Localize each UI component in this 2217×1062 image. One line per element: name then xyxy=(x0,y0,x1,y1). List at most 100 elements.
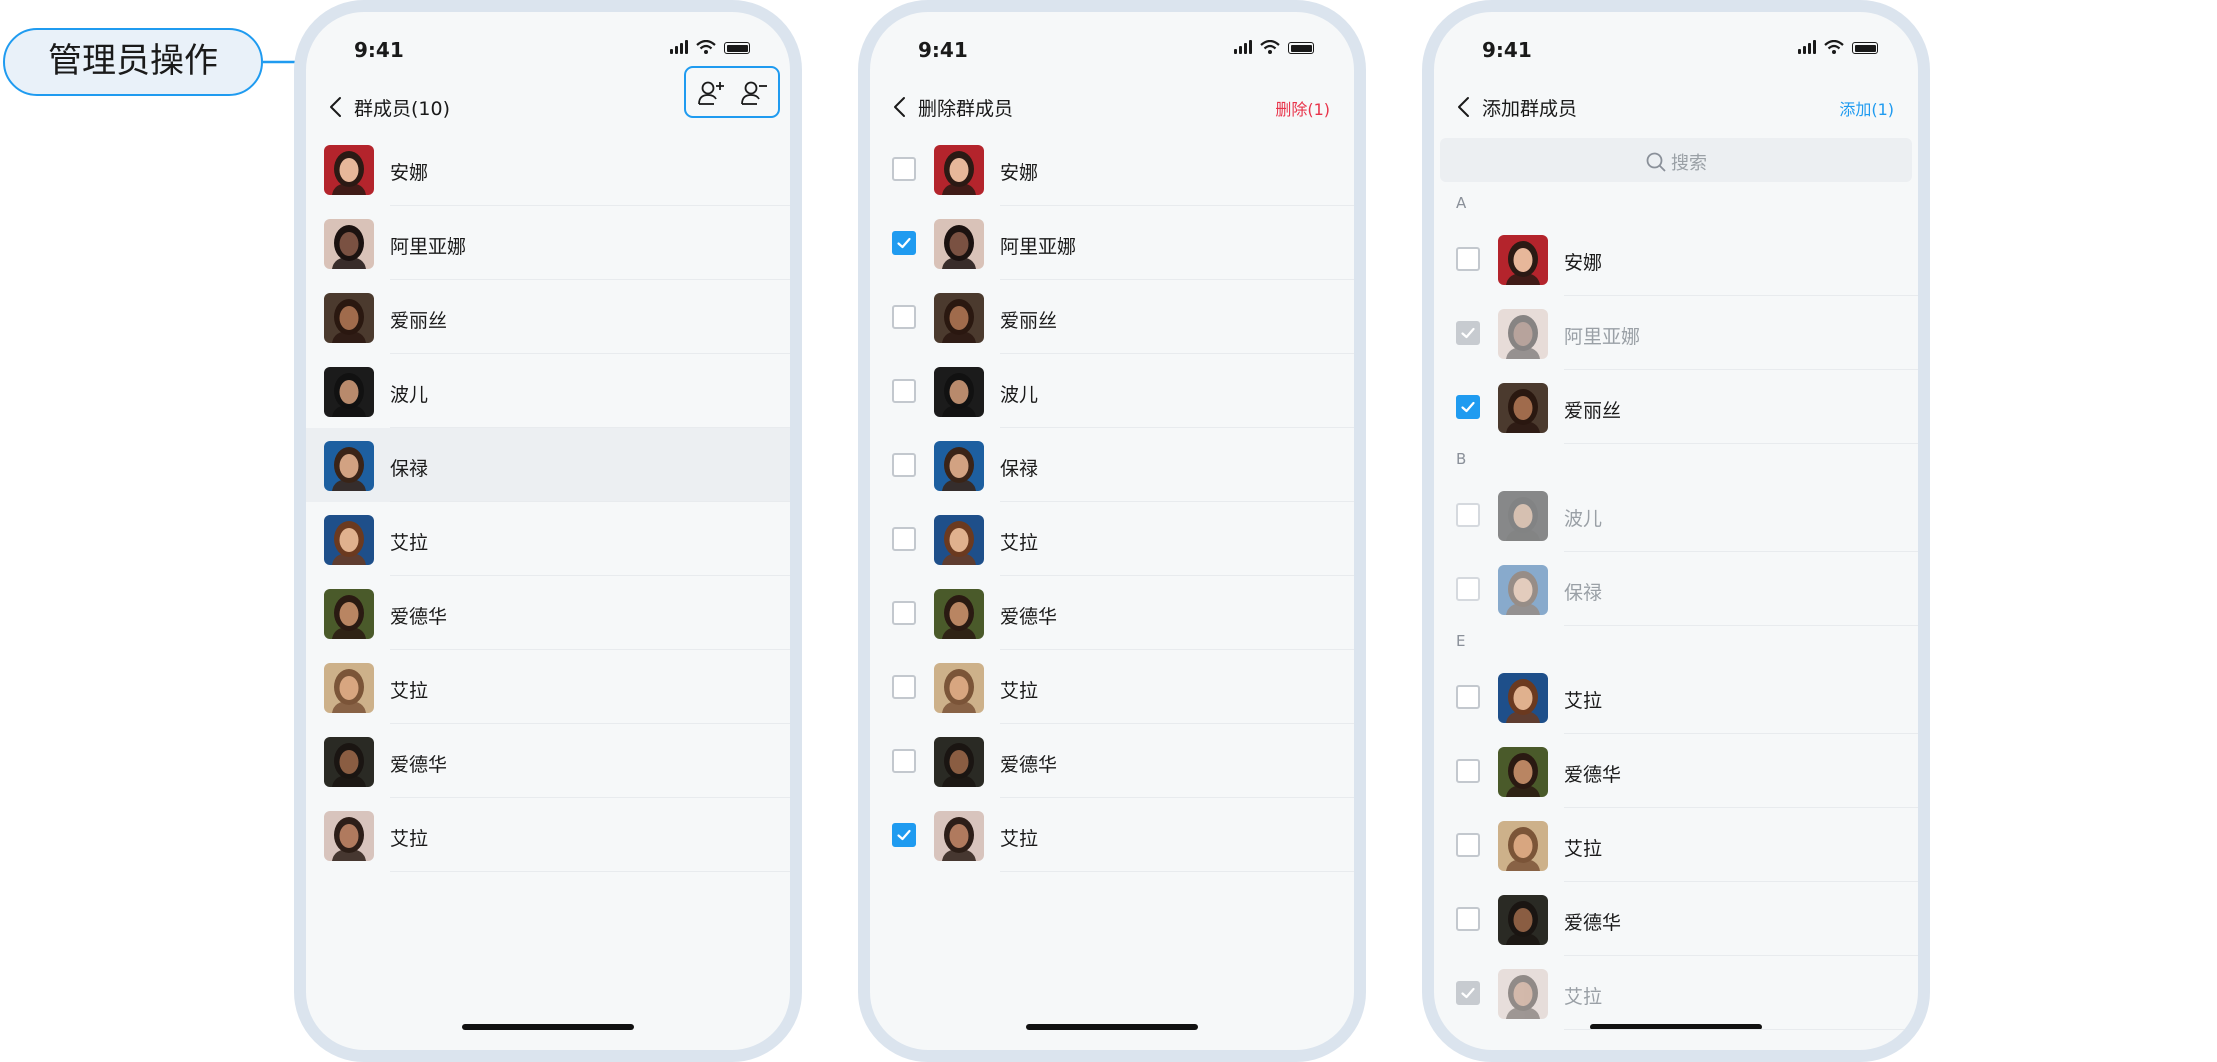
checkbox[interactable] xyxy=(892,231,916,255)
member-row[interactable]: 艾拉 xyxy=(306,650,790,724)
add-button[interactable]: 添加(1) xyxy=(1839,96,1894,120)
member-row[interactable]: 爱丽丝 xyxy=(306,280,790,354)
contact-row[interactable]: 爱丽丝 xyxy=(1434,370,1918,444)
add-member-icon[interactable] xyxy=(697,78,727,108)
checkbox[interactable] xyxy=(1456,907,1480,931)
home-indicator xyxy=(1026,1024,1198,1030)
member-name: 爱德华 xyxy=(1000,754,1058,776)
avatar xyxy=(934,811,984,861)
cellular-signal-icon xyxy=(670,40,688,54)
member-select-row[interactable]: 保禄 xyxy=(870,428,1354,502)
back-chevron-icon[interactable] xyxy=(1452,94,1478,120)
wifi-icon xyxy=(1824,40,1844,54)
avatar xyxy=(934,737,984,787)
contact-row[interactable]: 艾拉 xyxy=(1434,956,1918,1030)
member-row[interactable]: 艾拉 xyxy=(306,798,790,872)
status-bar: 9:41 xyxy=(870,12,1354,72)
checkbox[interactable] xyxy=(892,379,916,403)
row-divider xyxy=(390,871,790,872)
contact-row[interactable]: 保禄 xyxy=(1434,552,1918,626)
status-time: 9:41 xyxy=(918,38,968,62)
member-row[interactable]: 爱德华 xyxy=(306,724,790,798)
phone-delete-members: 9:41 删除群成员 删除(1) 安娜 阿里亚娜 爱丽丝 波儿 保禄 艾拉 爱德华 艾拉 爱德华… xyxy=(858,0,1366,1062)
avatar xyxy=(324,737,374,787)
contact-row[interactable]: 艾拉 xyxy=(1434,660,1918,734)
member-name: 爱丽丝 xyxy=(390,310,448,332)
checkbox[interactable] xyxy=(1456,247,1480,271)
checkmark-icon xyxy=(1461,987,1475,999)
member-name: 爱丽丝 xyxy=(1000,310,1058,332)
member-name: 艾拉 xyxy=(390,828,429,850)
member-select-row[interactable]: 阿里亚娜 xyxy=(870,206,1354,280)
checkbox[interactable] xyxy=(892,823,916,847)
avatar xyxy=(1498,491,1548,541)
member-select-row[interactable]: 波儿 xyxy=(870,354,1354,428)
battery-icon xyxy=(1288,42,1314,54)
member-select-row[interactable]: 艾拉 xyxy=(870,650,1354,724)
member-name: 爱德华 xyxy=(1000,606,1058,628)
checkbox xyxy=(1456,981,1480,1005)
status-time: 9:41 xyxy=(1482,38,1532,62)
delete-button[interactable]: 删除(1) xyxy=(1275,96,1330,120)
row-divider xyxy=(1564,1029,1918,1030)
member-row[interactable]: 安娜 xyxy=(306,132,790,206)
member-name: 艾拉 xyxy=(390,680,429,702)
contact-row[interactable]: 安娜 xyxy=(1434,222,1918,296)
avatar xyxy=(934,219,984,269)
section-index-letter: E xyxy=(1456,632,1466,650)
member-row[interactable]: 保禄 xyxy=(306,428,790,502)
wifi-icon xyxy=(1260,40,1280,54)
member-name: 保禄 xyxy=(1000,458,1039,480)
member-name: 安娜 xyxy=(1000,162,1039,184)
member-select-row[interactable]: 艾拉 xyxy=(870,502,1354,576)
member-name: 保禄 xyxy=(1564,582,1603,604)
checkbox[interactable] xyxy=(892,749,916,773)
checkbox[interactable] xyxy=(892,305,916,329)
contact-row[interactable]: 爱德华 xyxy=(1434,882,1918,956)
avatar xyxy=(1498,821,1548,871)
member-select-row[interactable]: 爱德华 xyxy=(870,576,1354,650)
checkbox[interactable] xyxy=(1456,395,1480,419)
member-name: 爱德华 xyxy=(390,754,448,776)
checkbox[interactable] xyxy=(892,453,916,477)
checkmark-icon xyxy=(1461,327,1475,339)
status-bar: 9:41 xyxy=(1434,12,1918,72)
avatar xyxy=(1498,747,1548,797)
avatar xyxy=(1498,673,1548,723)
avatar xyxy=(324,367,374,417)
checkbox xyxy=(1456,503,1480,527)
checkbox[interactable] xyxy=(1456,759,1480,783)
checkbox[interactable] xyxy=(892,601,916,625)
search-icon xyxy=(1646,152,1666,172)
contact-row[interactable]: 艾拉 xyxy=(1434,808,1918,882)
member-select-row[interactable]: 安娜 xyxy=(870,132,1354,206)
row-divider xyxy=(1000,871,1354,872)
member-row[interactable]: 艾拉 xyxy=(306,502,790,576)
checkbox[interactable] xyxy=(892,157,916,181)
contact-row[interactable]: 爱德华 xyxy=(1434,734,1918,808)
remove-member-icon[interactable] xyxy=(740,78,770,108)
member-name: 保禄 xyxy=(390,458,429,480)
member-row[interactable]: 波儿 xyxy=(306,354,790,428)
avatar xyxy=(934,145,984,195)
checkbox[interactable] xyxy=(1456,833,1480,857)
checkbox[interactable] xyxy=(892,527,916,551)
member-row[interactable]: 阿里亚娜 xyxy=(306,206,790,280)
contact-row[interactable]: 波儿 xyxy=(1434,478,1918,552)
member-row[interactable]: 爱德华 xyxy=(306,576,790,650)
member-name: 艾拉 xyxy=(390,532,429,554)
contact-row[interactable]: 阿里亚娜 xyxy=(1434,296,1918,370)
avatar xyxy=(1498,235,1548,285)
search-bar[interactable]: 搜索 xyxy=(1440,138,1912,182)
member-name: 波儿 xyxy=(1000,384,1039,406)
checkbox[interactable] xyxy=(1456,685,1480,709)
avatar xyxy=(1498,895,1548,945)
back-chevron-icon[interactable] xyxy=(888,94,914,120)
member-select-row[interactable]: 艾拉 xyxy=(870,798,1354,872)
cellular-signal-icon xyxy=(1234,40,1252,54)
member-select-row[interactable]: 爱德华 xyxy=(870,724,1354,798)
member-select-row[interactable]: 爱丽丝 xyxy=(870,280,1354,354)
checkbox[interactable] xyxy=(892,675,916,699)
checkbox xyxy=(1456,321,1480,345)
back-chevron-icon[interactable] xyxy=(324,94,350,120)
